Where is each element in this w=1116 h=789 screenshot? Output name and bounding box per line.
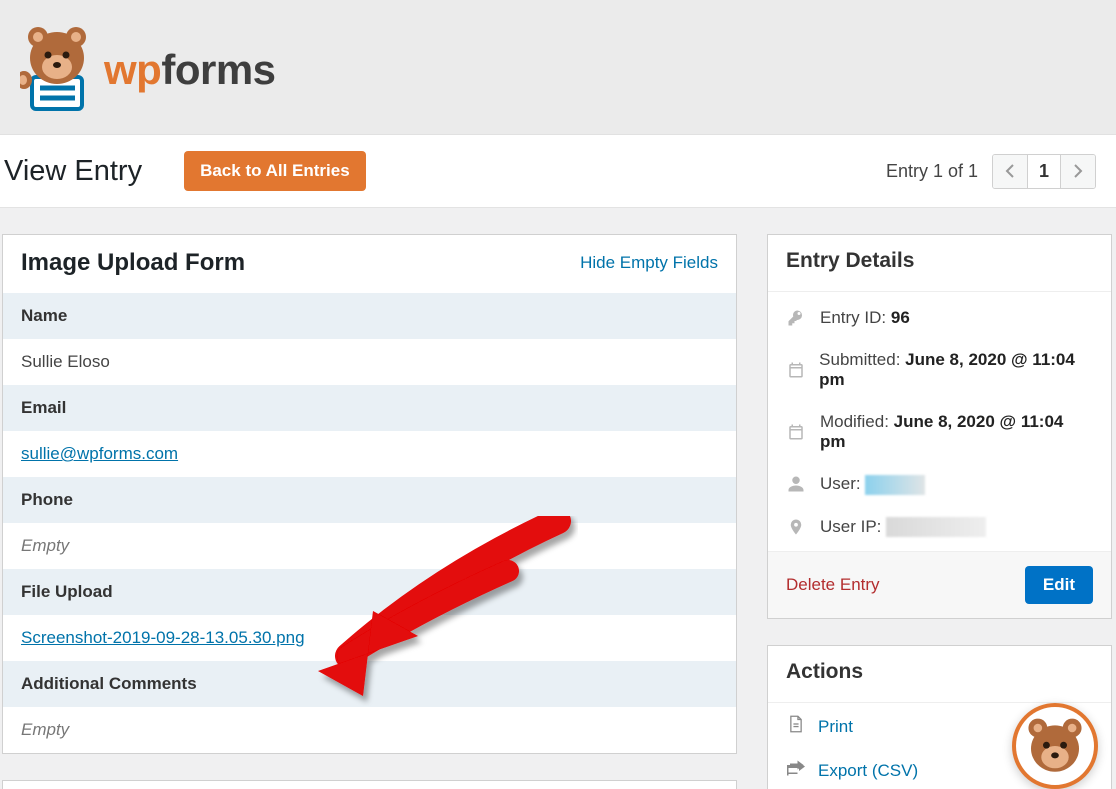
form-card-header: Image Upload Form Hide Empty Fields (3, 235, 736, 293)
wpforms-logo: wpforms (20, 25, 276, 115)
field-value-link[interactable]: Screenshot-2019-09-28-13.05.30.png (21, 628, 305, 647)
brand-word-rest: forms (161, 46, 275, 93)
user-value-redacted (865, 475, 925, 495)
user-label: User: (820, 474, 861, 493)
entry-details-card: Entry Details Entry ID: 96 Submitted: Ju… (767, 234, 1112, 619)
entry-details-footer: Delete Entry Edit (768, 552, 1111, 618)
brand-banner: wpforms (0, 0, 1116, 135)
entry-counter: Entry 1 of 1 (886, 161, 978, 182)
hide-empty-fields-link[interactable]: Hide Empty Fields (580, 253, 718, 273)
brand-wordmark: wpforms (104, 46, 276, 94)
next-entry-button[interactable] (1061, 155, 1095, 188)
chevron-left-icon (1005, 164, 1015, 178)
user-ip-value-redacted (886, 517, 986, 537)
fields-list: NameSullie ElosoEmail sullie@wpforms.com P… (3, 293, 736, 753)
field-empty-value: Empty (21, 720, 69, 739)
edit-entry-button[interactable]: Edit (1025, 566, 1093, 604)
field-label: Email (3, 385, 736, 431)
entry-nav: Entry 1 of 1 1 (886, 154, 1096, 189)
key-icon (786, 309, 806, 327)
field-label: Phone (3, 477, 736, 523)
title-bar: View Entry Back to All Entries Entry 1 o… (0, 135, 1116, 208)
entry-details-list: Entry ID: 96 Submitted: June 8, 2020 @ 1… (768, 292, 1111, 552)
modified-row: Modified: June 8, 2020 @ 11:04 pm (786, 412, 1093, 452)
entry-pager: 1 (992, 154, 1096, 189)
file-icon (786, 715, 806, 738)
entry-id-label: Entry ID: (820, 308, 886, 327)
user-row: User: (786, 474, 1093, 495)
delete-entry-link[interactable]: Delete Entry (786, 575, 880, 595)
entry-details-heading: Entry Details (768, 235, 1111, 292)
chevron-right-icon (1073, 164, 1083, 178)
entry-content-column: Image Upload Form Hide Empty Fields Name… (2, 234, 737, 789)
user-ip-row: User IP: (786, 517, 1093, 538)
submitted-label: Submitted: (819, 350, 900, 369)
form-entry-card: Image Upload Form Hide Empty Fields Name… (2, 234, 737, 754)
form-title: Image Upload Form (21, 249, 245, 277)
page-body: Image Upload Form Hide Empty Fields Name… (0, 208, 1116, 789)
bear-logo-icon (20, 25, 90, 115)
back-to-entries-button[interactable]: Back to All Entries (184, 151, 366, 191)
notes-card-stub (2, 780, 737, 789)
export-icon (786, 760, 806, 781)
modified-label: Modified: (820, 412, 889, 431)
calendar-icon (786, 361, 805, 379)
user-ip-label: User IP: (820, 517, 881, 536)
entry-id-row: Entry ID: 96 (786, 308, 1093, 328)
bear-avatar-icon (1025, 716, 1085, 776)
submitted-row: Submitted: June 8, 2020 @ 11:04 pm (786, 350, 1093, 390)
export-label: Export (CSV) (818, 761, 918, 781)
user-icon (786, 475, 806, 493)
calendar-icon (786, 423, 806, 441)
page-title: View Entry (4, 155, 142, 188)
field-value: Empty (3, 707, 736, 753)
prev-entry-button[interactable] (993, 155, 1027, 188)
field-value: sullie@wpforms.com (3, 431, 736, 477)
field-value: Sullie Eloso (3, 339, 736, 385)
help-avatar-button[interactable] (1012, 703, 1098, 789)
print-label: Print (818, 717, 853, 737)
field-empty-value: Empty (21, 536, 69, 555)
location-icon (786, 518, 806, 536)
entry-id-value: 96 (891, 308, 910, 327)
field-label: File Upload (3, 569, 736, 615)
field-label: Name (3, 293, 736, 339)
current-entry-number: 1 (1027, 155, 1061, 188)
field-value-link[interactable]: sullie@wpforms.com (21, 444, 178, 463)
actions-heading: Actions (768, 646, 1111, 703)
field-label: Additional Comments (3, 661, 736, 707)
field-value: Screenshot-2019-09-28-13.05.30.png (3, 615, 736, 661)
brand-word-prefix: wp (104, 46, 161, 93)
field-value: Empty (3, 523, 736, 569)
